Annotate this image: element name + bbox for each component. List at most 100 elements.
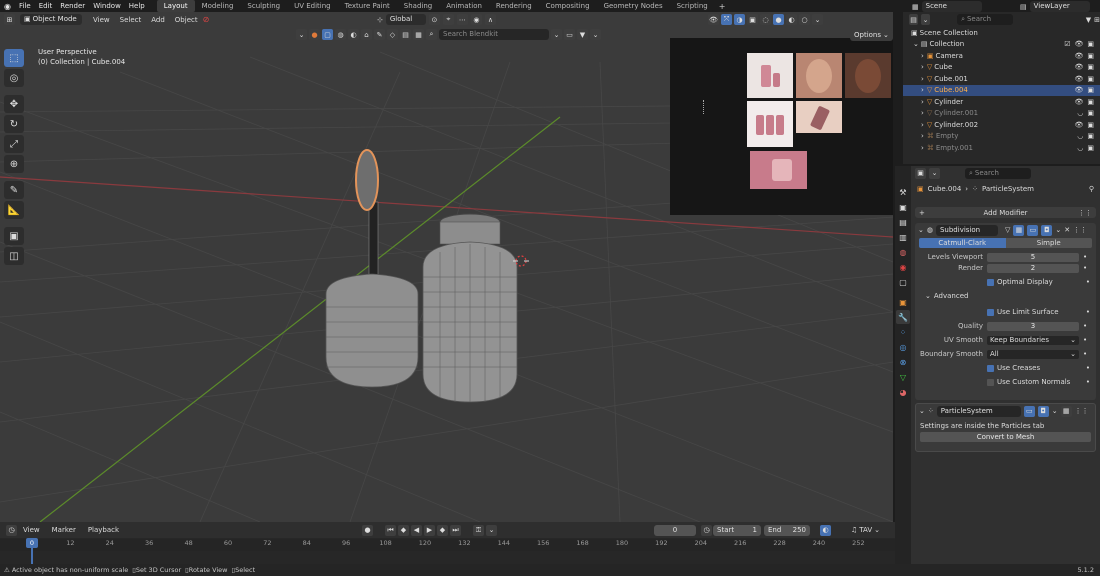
optimal-display-row[interactable]: Optimal Display • [915,277,1096,287]
blendkit-color-icon[interactable]: ● [309,29,320,40]
scene-selector[interactable]: Scene [921,1,982,12]
sync-icon[interactable]: ◐ [820,524,831,536]
eye-icon[interactable]: 👁 [1074,98,1083,106]
chevron-right-icon[interactable]: › [921,98,924,106]
eye-icon[interactable]: ◡ [1077,109,1083,117]
use-limit-surface-checkbox[interactable] [987,308,994,316]
tab-scripting[interactable]: Scripting [670,0,715,12]
filter-dropdown-icon[interactable]: ⌄ [590,29,601,40]
viewport-display-icon[interactable]: ▭ [1027,224,1039,236]
output-tab-icon[interactable]: ▤ [896,215,910,229]
timeline-editor-type-icon[interactable]: ◷ [6,524,17,536]
viewport-menu-select[interactable]: Select [115,16,147,24]
tab-geometry-nodes[interactable]: Geometry Nodes [597,0,670,12]
camera-icon[interactable]: ▣ [1087,121,1094,129]
tab-animation[interactable]: Animation [439,0,489,12]
camera-icon[interactable]: ▣ [1087,52,1094,60]
overlay-icon[interactable]: ◑ [734,14,745,25]
drag-handle-icon[interactable]: ⋮⋮ [1075,407,1089,415]
gizmo-icon[interactable]: ⤧ [721,14,732,25]
keyframe-dot-icon[interactable]: • [1083,350,1087,358]
camera-icon[interactable]: ▣ [1087,98,1094,106]
keying-dropdown-icon[interactable]: ⌄ [486,524,497,536]
outliner-editor-icon[interactable]: ▤ [909,14,919,25]
print-asset-icon[interactable]: ▤ [400,29,411,40]
catmull-clark-button[interactable]: Catmull-Clark [919,238,1006,248]
keyframe-dot-icon[interactable]: • [1083,336,1087,344]
outliner-row[interactable]: › ▽ Cylinder 👁 ▣ [903,96,1100,108]
start-frame-field[interactable]: Start 1 [713,524,761,536]
keyframe-dot-icon[interactable]: • [1083,322,1087,330]
properties-editor-dropdown-icon[interactable]: ⌄ [929,167,940,179]
outliner-row[interactable]: › ▽ Cylinder.002 👁 ▣ [903,119,1100,131]
chevron-down-icon[interactable]: ⌄ [919,407,925,415]
move-tool-icon[interactable]: ✥ [4,95,24,113]
menu-file[interactable]: File [15,2,35,10]
chevron-right-icon[interactable]: › [921,86,924,94]
properties-editor-icon[interactable]: ▣ [915,167,926,179]
xray-icon[interactable]: ▣ [747,14,758,25]
prev-key-icon[interactable]: ◆ [398,524,409,536]
properties-editor[interactable]: ▣ ⌄ ⌕ Search ▣ Cube.004 › ⁘ ParticleSyste… [911,166,1100,564]
dropdown-icon[interactable]: ⌄ [551,29,562,40]
constraints-tab-icon[interactable]: ⊗ [896,355,910,369]
eye-icon[interactable]: 👁 [1074,52,1083,60]
snap-target-icon[interactable]: ⋯ [456,14,468,25]
nodegroup-asset-icon[interactable]: ◇ [387,29,398,40]
levels-viewport-field[interactable]: 5 [987,252,1079,262]
use-custom-normals-checkbox[interactable] [987,378,994,386]
add-modifier-button[interactable]: + Add Modifier ⋮⋮ [915,207,1096,218]
collapse-icon[interactable]: ⌄ [296,29,307,40]
camera-icon[interactable]: ▣ [1087,144,1094,152]
object-tab-icon[interactable]: ▣ [896,295,910,309]
camera-icon[interactable]: ▣ [1087,109,1094,117]
eye-icon[interactable]: ◡ [1077,132,1083,140]
view-layer-tab-icon[interactable]: ▥ [896,230,910,244]
render-display-icon[interactable]: ◘ [1041,224,1053,236]
close-icon[interactable]: ✕ [1064,226,1070,234]
camera-icon[interactable]: ▣ [1087,132,1094,140]
outliner-row[interactable]: › ▽ Cube.001 👁 ▣ [903,73,1100,85]
material-tab-icon[interactable]: ◕ [896,385,910,399]
pin-icon[interactable]: ⚲ [1089,185,1094,193]
tab-sculpting[interactable]: Sculpting [240,0,287,12]
camera-icon[interactable]: ▣ [1087,86,1094,94]
keyframe-dot-icon[interactable]: • [1086,308,1090,316]
end-frame-field[interactable]: End 250 [764,524,810,536]
checkbox-icon[interactable]: ☑ [1064,40,1070,48]
new-collection-icon[interactable]: ⊞ [1094,16,1100,24]
edit-mode-cage-icon[interactable]: ▽ [1005,226,1010,234]
render-tab-icon[interactable]: ▣ [896,200,910,214]
eye-icon[interactable]: ◡ [1077,144,1083,152]
display-mode-icon[interactable]: ⌄ [921,14,931,25]
eye-icon[interactable]: 👁 [1074,86,1083,94]
tab-layout[interactable]: Layout [156,0,195,12]
keyframe-dot-icon[interactable]: • [1086,378,1090,386]
outliner-search-input[interactable]: ⌕ Search [957,14,1013,25]
view-layer-icon[interactable]: ▤ [1020,3,1027,11]
eye-icon[interactable]: 👁 [1074,40,1083,48]
next-key-icon[interactable]: ◆ [437,524,448,536]
modifier-tab-icon[interactable]: 🔧 [896,310,910,324]
snap-icon[interactable]: ⌖ [442,14,454,25]
blender-logo-icon[interactable]: ◉ [0,2,15,11]
transform-tool-icon[interactable]: ⊕ [4,155,24,173]
tab-texture-paint[interactable]: Texture Paint [338,0,397,12]
timeline-menu-view[interactable]: View [17,526,46,534]
render-display-icon[interactable]: ◘ [1037,405,1049,417]
mode-selector[interactable]: ▣ Object Mode [20,14,82,25]
outliner-row[interactable]: › ⌘ Empty.001 ◡ ▣ [903,142,1100,154]
use-creases-row[interactable]: Use Creases • [915,363,1096,373]
keyframe-dot-icon[interactable]: • [1083,264,1087,272]
outliner-row-collection[interactable]: ⌄ ▤ Collection ☑ 👁 ▣ [903,39,1100,51]
current-frame-field[interactable]: 0 [654,524,696,536]
material-asset-icon[interactable]: ◍ [335,29,346,40]
viewport-display-icon[interactable]: ▭ [1023,405,1035,417]
tool-tab-icon[interactable]: ⚒ [896,185,910,199]
camera-icon[interactable]: ▣ [1087,40,1094,48]
render-levels-field[interactable]: 2 [987,263,1079,273]
shading-options-icon[interactable]: ⌄ [812,14,823,25]
playhead[interactable]: 0 [26,538,38,548]
eye-icon[interactable]: 👁 [1074,121,1083,129]
tav-selector[interactable]: ♫ TAV ⌄ [851,526,880,534]
